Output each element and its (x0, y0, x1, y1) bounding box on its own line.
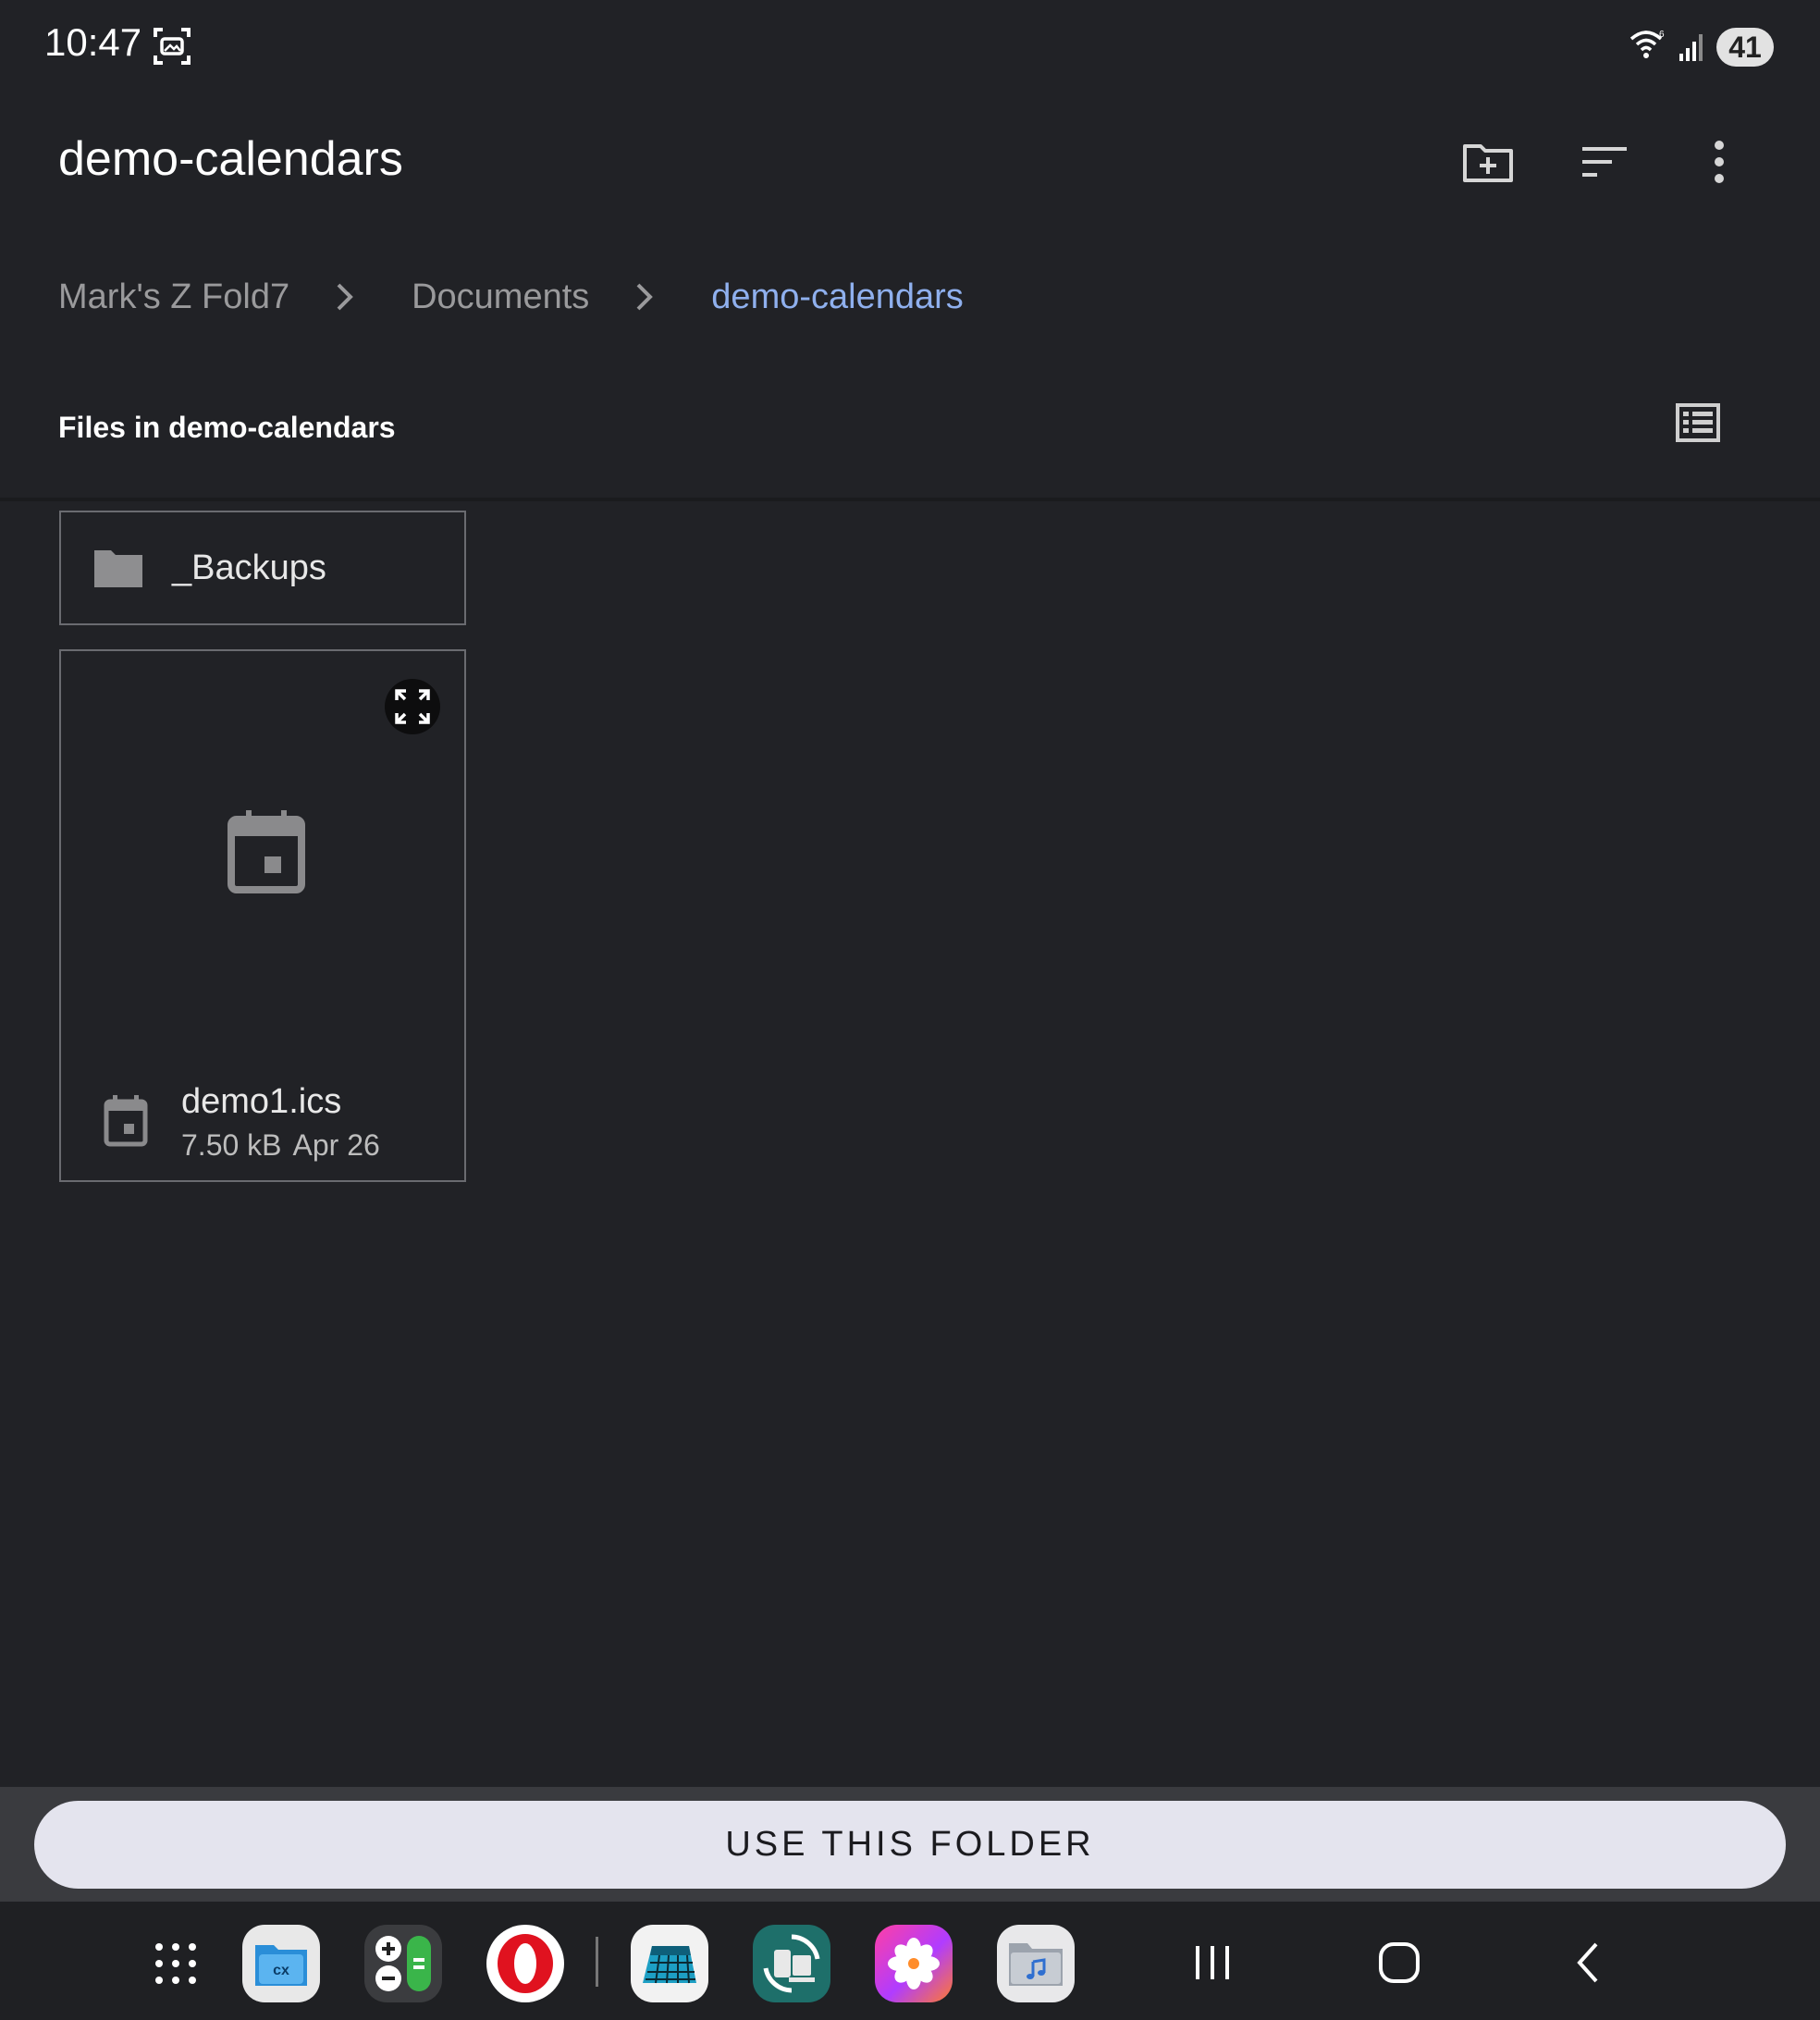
calendar-app[interactable] (631, 1925, 708, 2002)
breadcrumb-item-documents[interactable]: Documents (412, 277, 589, 317)
opera-app[interactable] (486, 1925, 564, 2002)
back-icon (1577, 1942, 1598, 1983)
view-toggle-button[interactable] (1676, 403, 1728, 451)
sort-button[interactable] (1572, 129, 1637, 194)
calculator-app[interactable] (364, 1925, 442, 2002)
calendar-app-icon (643, 1946, 696, 1984)
file-item[interactable]: demo1.ics 7.50 kB Apr 26 (59, 649, 466, 1182)
more-options-icon (1715, 141, 1724, 183)
use-this-folder-button[interactable]: USE THIS FOLDER (34, 1801, 1786, 1889)
cx-file-explorer-app[interactable]: cx (242, 1925, 320, 2002)
recent-apps-button[interactable] (1185, 1935, 1240, 1990)
page-title: demo-calendars (58, 132, 403, 186)
music-folder-app[interactable] (997, 1925, 1075, 2002)
breadcrumb-item-device[interactable]: Mark's Z Fold7 (58, 277, 289, 317)
chevron-right-icon (317, 274, 373, 320)
opera-icon (498, 1934, 553, 1993)
signal-icon (1679, 34, 1703, 61)
file-size: 7.50 kB (181, 1128, 282, 1162)
section-header: Files in demo-calendars (58, 411, 396, 444)
expand-icon (395, 689, 430, 724)
new-folder-button[interactable] (1456, 129, 1520, 194)
recent-apps-icon (1196, 1946, 1229, 1979)
expand-preview-button[interactable] (385, 679, 440, 734)
photos-icon (888, 1938, 940, 1989)
more-options-button[interactable] (1687, 129, 1752, 194)
wifi-icon: 6 (1629, 30, 1665, 58)
calculator-icon (375, 1936, 431, 1991)
home-button[interactable] (1371, 1935, 1427, 1990)
breadcrumb-item-current[interactable]: demo-calendars (711, 277, 963, 317)
folder-name: _Backups (172, 548, 326, 587)
svg-text:cx: cx (273, 1963, 289, 1978)
action-bar: USE THIS FOLDER (0, 1787, 1820, 1902)
file-date: Apr 26 (292, 1128, 380, 1162)
folder-icon (94, 550, 142, 587)
divider (0, 498, 1820, 501)
svg-text:6: 6 (1659, 30, 1665, 40)
list-view-icon (1676, 403, 1720, 442)
new-folder-icon (1463, 144, 1513, 182)
sync-app[interactable] (753, 1925, 830, 2002)
file-meta: 7.50 kB Apr 26 (181, 1128, 391, 1163)
calendar-file-icon (104, 1095, 148, 1147)
cx-file-explorer-icon: cx (255, 1945, 307, 1986)
app-drawer-button[interactable] (137, 1925, 215, 2002)
photos-app[interactable] (875, 1925, 953, 2002)
battery-indicator: 41 (1716, 28, 1774, 67)
back-button[interactable] (1559, 1935, 1615, 1990)
home-icon (1379, 1942, 1420, 1983)
dock-separator (596, 1937, 598, 1987)
chevron-right-icon (617, 274, 672, 320)
status-bar: 10:47 6 41 (0, 0, 1820, 92)
sort-icon (1582, 147, 1627, 177)
calendar-preview-icon (228, 810, 305, 893)
screen: 10:47 6 41 demo-calendars Mark's Z Fold7… (0, 0, 1820, 2020)
music-folder-icon (1009, 1943, 1063, 1986)
screenshot-icon (154, 28, 191, 65)
file-name: demo1.ics (181, 1082, 342, 1121)
sync-app-icon (763, 1934, 820, 1993)
folder-item[interactable]: _Backups (59, 511, 466, 625)
status-time: 10:47 (44, 20, 142, 64)
breadcrumb: Mark's Z Fold7 Documents demo-calendars (58, 274, 964, 320)
navigation-bar: cx (0, 1902, 1820, 2020)
app-drawer-icon (155, 1943, 196, 1984)
